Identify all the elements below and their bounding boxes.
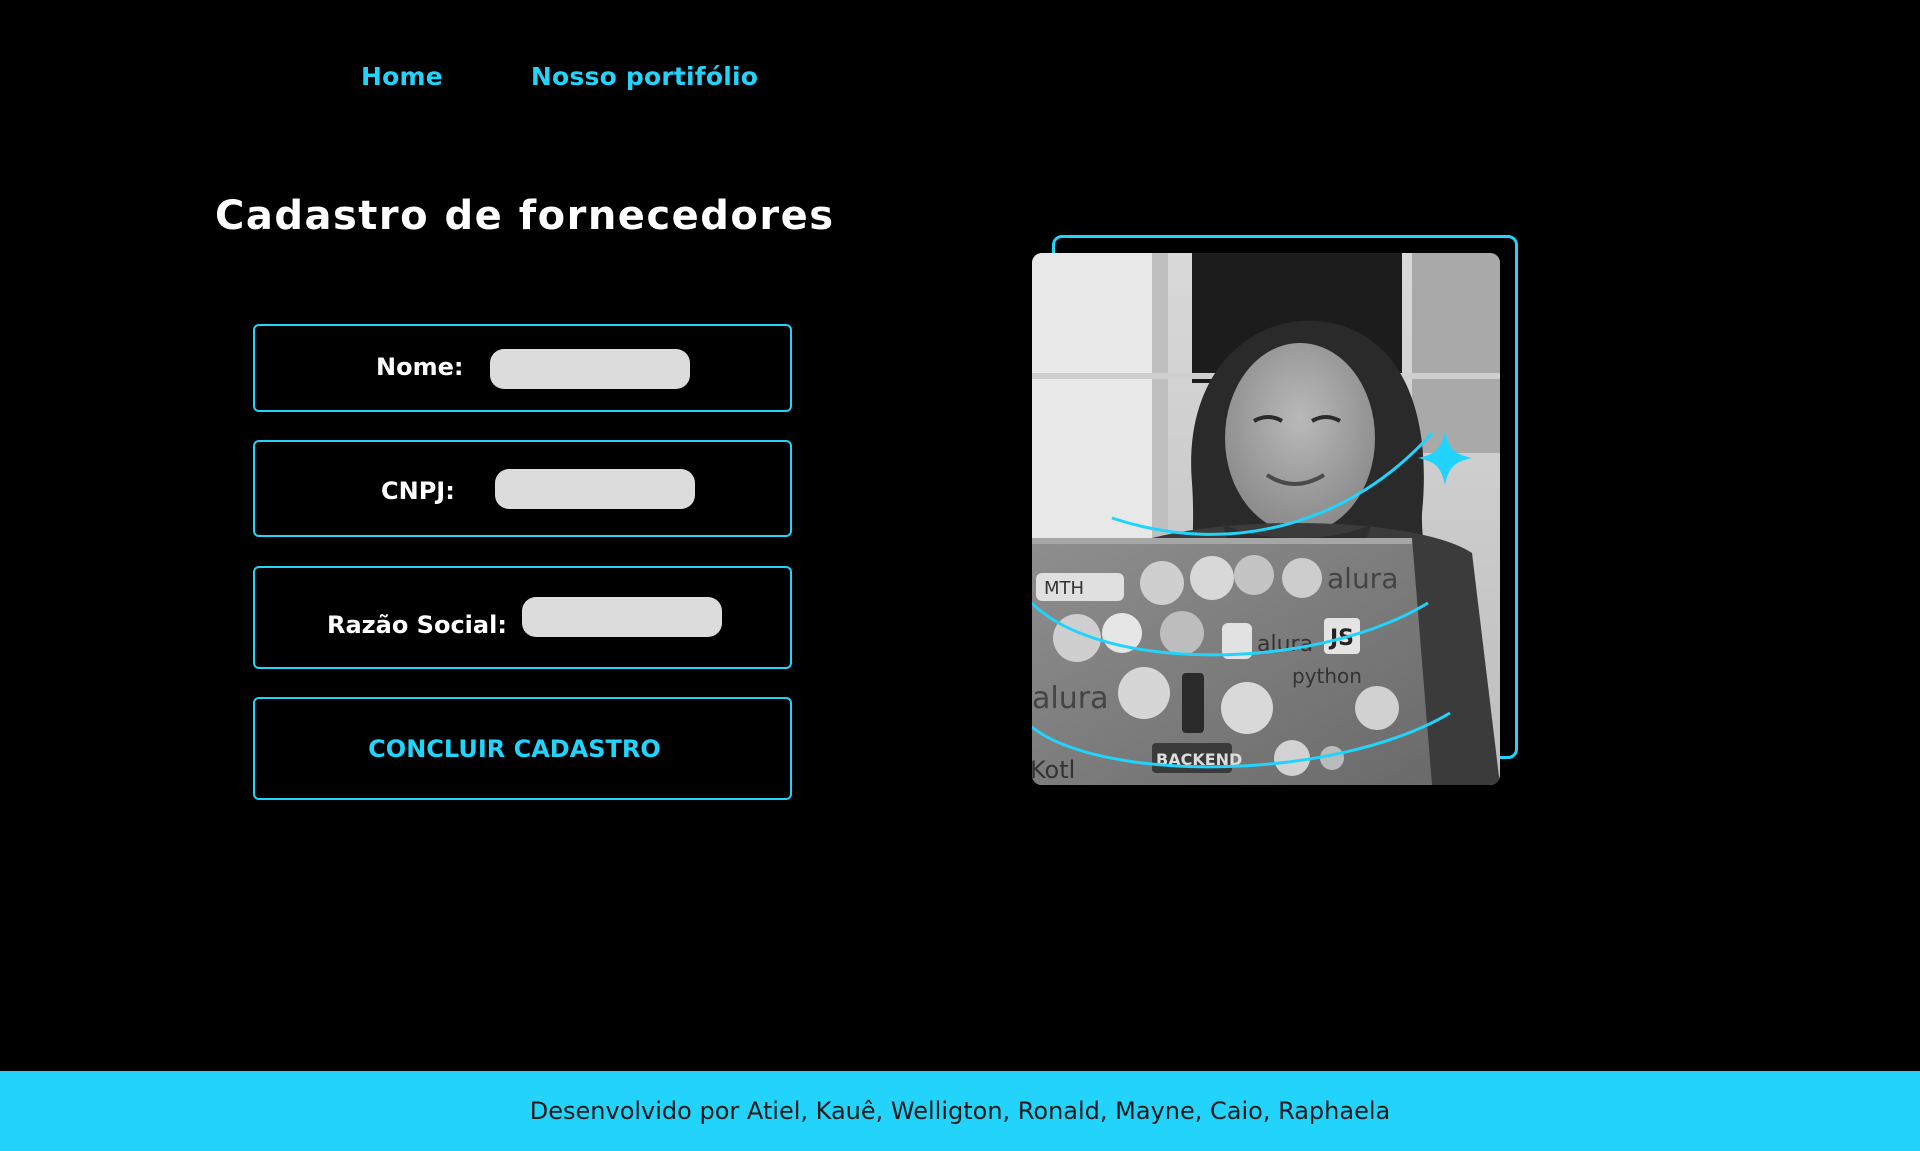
cnpj-label: CNPJ:: [381, 477, 455, 505]
nav-link-portfolio[interactable]: Nosso portifólio: [531, 62, 758, 91]
concluir-cadastro-button[interactable]: CONCLUIR CADASTRO: [255, 699, 790, 798]
footer: Desenvolvido por Atiel, Kauê, Welligton,…: [0, 1071, 1920, 1151]
nome-input[interactable]: [490, 349, 690, 389]
sticker-text: python: [1292, 664, 1362, 688]
top-nav: Home Nosso portifólio: [361, 62, 758, 91]
page: Home Nosso portifólio Cadastro de fornec…: [0, 0, 1920, 1151]
cnpj-row: CNPJ:: [253, 440, 792, 537]
sticker-text: alura: [1032, 681, 1108, 716]
submit-row: CONCLUIR CADASTRO: [253, 697, 792, 800]
page-title: Cadastro de fornecedores: [215, 193, 835, 239]
nome-row: Nome:: [253, 324, 792, 412]
footer-credits: Desenvolvido por Atiel, Kauê, Welligton,…: [529, 1097, 1391, 1125]
cnpj-input[interactable]: [495, 469, 695, 509]
person-with-laptop-photo: MTH alura alura JS python alura BACKEND …: [1032, 253, 1500, 785]
razao-social-label: Razão Social:: [327, 611, 507, 639]
sticker-text: MTH: [1044, 578, 1084, 599]
sticker-text: alura: [1327, 562, 1398, 595]
razao-social-input[interactable]: [522, 597, 722, 637]
razao-social-row: Razão Social:: [253, 566, 792, 669]
nome-label: Nome:: [376, 353, 464, 381]
nav-link-home[interactable]: Home: [361, 62, 443, 91]
sticker-text: Kotl: [1032, 756, 1075, 784]
